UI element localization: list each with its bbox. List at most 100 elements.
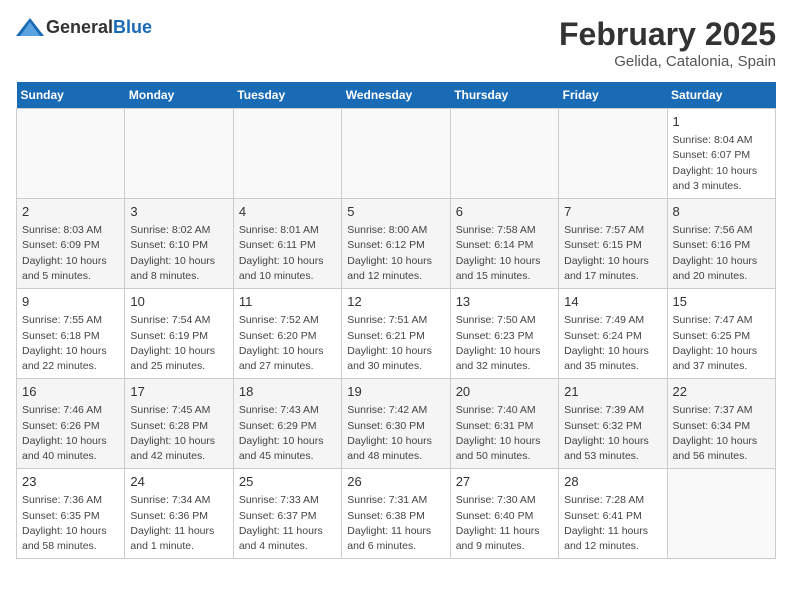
day-cell: 1 Sunrise: 8:04 AM Sunset: 6:07 PM Daylig… — [667, 109, 775, 199]
week-row-3: 9 Sunrise: 7:55 AM Sunset: 6:18 PM Daylig… — [17, 289, 776, 379]
day-number: 9 — [22, 293, 119, 311]
day-info: Sunrise: 7:50 AM Sunset: 6:23 PM Dayligh… — [456, 313, 553, 374]
day-cell: 22 Sunrise: 7:37 AM Sunset: 6:34 PM Dayli… — [667, 379, 775, 469]
header-cell-wednesday: Wednesday — [342, 82, 450, 109]
day-number: 19 — [347, 383, 444, 401]
week-row-4: 16 Sunrise: 7:46 AM Sunset: 6:26 PM Dayli… — [17, 379, 776, 469]
day-info: Sunrise: 7:37 AM Sunset: 6:34 PM Dayligh… — [673, 403, 770, 464]
day-number: 16 — [22, 383, 119, 401]
week-row-1: 1 Sunrise: 8:04 AM Sunset: 6:07 PM Daylig… — [17, 109, 776, 199]
day-number: 5 — [347, 203, 444, 221]
day-info: Sunrise: 7:36 AM Sunset: 6:35 PM Dayligh… — [22, 493, 119, 554]
day-number: 26 — [347, 473, 444, 491]
day-info: Sunrise: 7:54 AM Sunset: 6:19 PM Dayligh… — [130, 313, 227, 374]
calendar-body: 1 Sunrise: 8:04 AM Sunset: 6:07 PM Daylig… — [17, 109, 776, 559]
day-cell: 18Sunrise: 7:43 AM Sunset: 6:29 PM Dayli… — [233, 379, 341, 469]
day-cell: 21 Sunrise: 7:39 AM Sunset: 6:32 PM Dayli… — [559, 379, 667, 469]
week-row-2: 2 Sunrise: 8:03 AM Sunset: 6:09 PM Daylig… — [17, 199, 776, 289]
day-cell: 11Sunrise: 7:52 AM Sunset: 6:20 PM Dayli… — [233, 289, 341, 379]
day-info: Sunrise: 7:49 AM Sunset: 6:24 PM Dayligh… — [564, 313, 661, 374]
day-cell — [125, 109, 233, 199]
day-number: 7 — [564, 203, 661, 221]
day-number: 2 — [22, 203, 119, 221]
day-info: Sunrise: 7:57 AM Sunset: 6:15 PM Dayligh… — [564, 223, 661, 284]
day-number: 18 — [239, 383, 336, 401]
day-cell: 12 Sunrise: 7:51 AM Sunset: 6:21 PM Dayli… — [342, 289, 450, 379]
month-title: February 2025 — [559, 16, 776, 53]
header-cell-monday: Monday — [125, 82, 233, 109]
day-cell: 8Sunrise: 7:56 AM Sunset: 6:16 PM Daylig… — [667, 199, 775, 289]
day-number: 25 — [239, 473, 336, 491]
header-cell-sunday: Sunday — [17, 82, 125, 109]
calendar-header: SundayMondayTuesdayWednesdayThursdayFrid… — [17, 82, 776, 109]
day-info: Sunrise: 7:40 AM Sunset: 6:31 PM Dayligh… — [456, 403, 553, 464]
day-number: 17 — [130, 383, 227, 401]
week-row-5: 23 Sunrise: 7:36 AM Sunset: 6:35 PM Dayli… — [17, 469, 776, 559]
day-cell: 23 Sunrise: 7:36 AM Sunset: 6:35 PM Dayli… — [17, 469, 125, 559]
day-number: 20 — [456, 383, 553, 401]
location-subtitle: Gelida, Catalonia, Spain — [559, 53, 776, 70]
day-cell: 28Sunrise: 7:28 AM Sunset: 6:41 PM Dayli… — [559, 469, 667, 559]
day-info: Sunrise: 7:42 AM Sunset: 6:30 PM Dayligh… — [347, 403, 444, 464]
day-info: Sunrise: 8:04 AM Sunset: 6:07 PM Dayligh… — [673, 133, 770, 194]
day-number: 22 — [673, 383, 770, 401]
day-cell: 26 Sunrise: 7:31 AM Sunset: 6:38 PM Dayli… — [342, 469, 450, 559]
day-info: Sunrise: 7:52 AM Sunset: 6:20 PM Dayligh… — [239, 313, 336, 374]
day-number: 12 — [347, 293, 444, 311]
day-info: Sunrise: 8:00 AM Sunset: 6:12 PM Dayligh… — [347, 223, 444, 284]
day-cell: 17 Sunrise: 7:45 AM Sunset: 6:28 PM Dayli… — [125, 379, 233, 469]
logo-icon — [16, 16, 44, 38]
day-cell: 13 Sunrise: 7:50 AM Sunset: 6:23 PM Dayli… — [450, 289, 558, 379]
page-header: GeneralBlue February 2025 Gelida, Catalo… — [16, 16, 776, 70]
day-number: 6 — [456, 203, 553, 221]
day-cell: 7 Sunrise: 7:57 AM Sunset: 6:15 PM Daylig… — [559, 199, 667, 289]
day-cell: 6Sunrise: 7:58 AM Sunset: 6:14 PM Daylig… — [450, 199, 558, 289]
day-cell — [450, 109, 558, 199]
day-info: Sunrise: 8:01 AM Sunset: 6:11 PM Dayligh… — [239, 223, 336, 284]
day-cell: 14Sunrise: 7:49 AM Sunset: 6:24 PM Dayli… — [559, 289, 667, 379]
day-cell: 15Sunrise: 7:47 AM Sunset: 6:25 PM Dayli… — [667, 289, 775, 379]
header-cell-saturday: Saturday — [667, 82, 775, 109]
day-cell: 4 Sunrise: 8:01 AM Sunset: 6:11 PM Daylig… — [233, 199, 341, 289]
logo: GeneralBlue — [16, 16, 152, 38]
header-cell-friday: Friday — [559, 82, 667, 109]
day-cell: 27 Sunrise: 7:30 AM Sunset: 6:40 PM Dayli… — [450, 469, 558, 559]
logo-general-text: General — [46, 17, 113, 37]
day-info: Sunrise: 7:45 AM Sunset: 6:28 PM Dayligh… — [130, 403, 227, 464]
day-number: 27 — [456, 473, 553, 491]
header-row: SundayMondayTuesdayWednesdayThursdayFrid… — [17, 82, 776, 109]
day-number: 1 — [673, 113, 770, 131]
day-info: Sunrise: 7:34 AM Sunset: 6:36 PM Dayligh… — [130, 493, 227, 554]
day-info: Sunrise: 7:28 AM Sunset: 6:41 PM Dayligh… — [564, 493, 661, 554]
day-info: Sunrise: 7:51 AM Sunset: 6:21 PM Dayligh… — [347, 313, 444, 374]
header-cell-tuesday: Tuesday — [233, 82, 341, 109]
day-cell: 16 Sunrise: 7:46 AM Sunset: 6:26 PM Dayli… — [17, 379, 125, 469]
day-cell — [667, 469, 775, 559]
day-cell: 3 Sunrise: 8:02 AM Sunset: 6:10 PM Daylig… — [125, 199, 233, 289]
header-cell-thursday: Thursday — [450, 82, 558, 109]
day-number: 3 — [130, 203, 227, 221]
day-cell: 9 Sunrise: 7:55 AM Sunset: 6:18 PM Daylig… — [17, 289, 125, 379]
day-info: Sunrise: 7:47 AM Sunset: 6:25 PM Dayligh… — [673, 313, 770, 374]
day-number: 13 — [456, 293, 553, 311]
day-number: 21 — [564, 383, 661, 401]
day-info: Sunrise: 7:39 AM Sunset: 6:32 PM Dayligh… — [564, 403, 661, 464]
day-info: Sunrise: 8:03 AM Sunset: 6:09 PM Dayligh… — [22, 223, 119, 284]
day-info: Sunrise: 7:30 AM Sunset: 6:40 PM Dayligh… — [456, 493, 553, 554]
day-cell: 10Sunrise: 7:54 AM Sunset: 6:19 PM Dayli… — [125, 289, 233, 379]
day-cell: 19 Sunrise: 7:42 AM Sunset: 6:30 PM Dayli… — [342, 379, 450, 469]
calendar-table: SundayMondayTuesdayWednesdayThursdayFrid… — [16, 82, 776, 559]
day-info: Sunrise: 7:55 AM Sunset: 6:18 PM Dayligh… — [22, 313, 119, 374]
day-number: 24 — [130, 473, 227, 491]
day-info: Sunrise: 7:46 AM Sunset: 6:26 PM Dayligh… — [22, 403, 119, 464]
day-number: 8 — [673, 203, 770, 221]
day-cell: 20 Sunrise: 7:40 AM Sunset: 6:31 PM Dayli… — [450, 379, 558, 469]
day-cell: 2 Sunrise: 8:03 AM Sunset: 6:09 PM Daylig… — [17, 199, 125, 289]
day-number: 23 — [22, 473, 119, 491]
day-cell — [559, 109, 667, 199]
day-info: Sunrise: 7:31 AM Sunset: 6:38 PM Dayligh… — [347, 493, 444, 554]
logo-blue-text: Blue — [113, 17, 152, 37]
day-number: 4 — [239, 203, 336, 221]
day-info: Sunrise: 8:02 AM Sunset: 6:10 PM Dayligh… — [130, 223, 227, 284]
day-cell: 24 Sunrise: 7:34 AM Sunset: 6:36 PM Dayli… — [125, 469, 233, 559]
